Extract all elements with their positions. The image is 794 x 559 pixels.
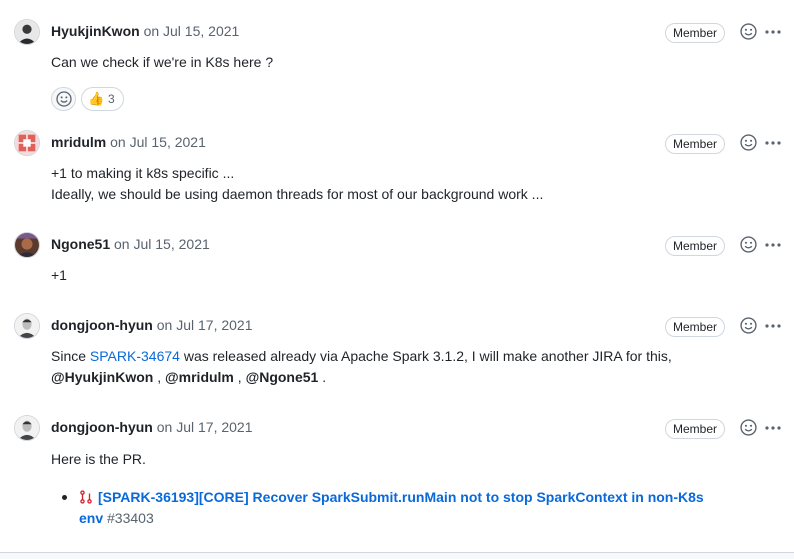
comment-author[interactable]: dongjoon-hyun (51, 317, 153, 333)
avatar-mridulm[interactable] (14, 130, 40, 156)
member-badge: Member (665, 23, 726, 43)
member-badge: Member (665, 317, 726, 337)
kebab-menu-icon[interactable] (763, 419, 783, 437)
smiley-icon[interactable] (740, 419, 757, 436)
kebab-menu-icon[interactable] (763, 317, 783, 335)
smiley-icon[interactable] (740, 317, 757, 334)
mention-ngone51[interactable]: @Ngone51 (246, 369, 319, 385)
member-badge: Member (665, 419, 726, 439)
comment-text: Since SPARK-34674 was released already v… (51, 346, 751, 367)
kebab-menu-icon[interactable] (763, 236, 783, 254)
reaction-count: 3 (108, 92, 115, 106)
comment-author[interactable]: mridulm (51, 134, 106, 150)
comment-author[interactable]: HyukjinKwon (51, 23, 140, 39)
text-end: . (318, 369, 327, 385)
comment-body: Since SPARK-34674 was released already v… (51, 346, 751, 388)
avatar-hyukjinkwon[interactable] (14, 19, 40, 45)
pr-title-link[interactable]: [SPARK-36193][CORE] Recover SparkSubmit.… (79, 489, 704, 526)
mentions-line: @HyukjinKwon , @mridulm , @Ngone51 . (51, 367, 751, 388)
text-suffix: was released already via Apache Spark 3.… (179, 348, 672, 364)
comment-text: Can we check if we're in K8s here ? (51, 54, 274, 70)
avatar-ngone51[interactable] (14, 232, 40, 258)
pull-request-icon (80, 490, 92, 504)
text-prefix: Since (51, 348, 90, 364)
comment-author[interactable]: Ngone51 (51, 236, 110, 252)
comment-text: +1 (51, 267, 67, 283)
kebab-menu-icon[interactable] (763, 23, 783, 41)
pr-number[interactable]: #33403 (107, 510, 154, 526)
comment-date[interactable]: on Jul 15, 2021 (110, 134, 206, 150)
comment-text: +1 to making it k8s specific ... (51, 165, 235, 181)
jira-link[interactable]: SPARK-34674 (90, 348, 180, 364)
kebab-menu-icon[interactable] (763, 134, 783, 152)
comment-body: +1 (51, 265, 67, 286)
mention-mridulm[interactable]: @mridulm (165, 369, 234, 385)
comment-body: Here is the PR. (51, 449, 146, 470)
comment-body: +1 to making it k8s specific ... Ideally… (51, 163, 543, 205)
mention-hyukjinkwon[interactable]: @HyukjinKwon (51, 369, 153, 385)
add-reaction-button[interactable] (51, 87, 76, 111)
comment-date[interactable]: on Jul 17, 2021 (157, 419, 253, 435)
member-badge: Member (665, 236, 726, 256)
pr-reference: [SPARK-36193][CORE] Recover SparkSubmit.… (79, 487, 729, 529)
smiley-icon[interactable] (740, 23, 757, 40)
smiley-icon[interactable] (740, 236, 757, 253)
avatar-dongjoon-hyun[interactable] (14, 313, 40, 339)
separator: , (233, 369, 246, 385)
thumbs-up-reaction[interactable]: 👍 3 (81, 87, 124, 111)
comment-date[interactable]: on Jul 17, 2021 (157, 317, 253, 333)
comment-date[interactable]: on Jul 15, 2021 (114, 236, 210, 252)
comment-text: Ideally, we should be using daemon threa… (51, 186, 544, 202)
comment-body: Can we check if we're in K8s here ? (51, 52, 273, 73)
separator: , (153, 369, 165, 385)
comment-author[interactable]: dongjoon-hyun (51, 419, 153, 435)
comment-text: Here is the PR. (51, 451, 146, 467)
thumbs-up-icon: 👍 (88, 91, 105, 106)
avatar-dongjoon-hyun[interactable] (14, 415, 40, 441)
comment-date[interactable]: on Jul 15, 2021 (144, 23, 240, 39)
smiley-icon[interactable] (740, 134, 757, 151)
smiley-icon (56, 91, 72, 107)
bullet (62, 495, 67, 500)
member-badge: Member (665, 134, 726, 154)
